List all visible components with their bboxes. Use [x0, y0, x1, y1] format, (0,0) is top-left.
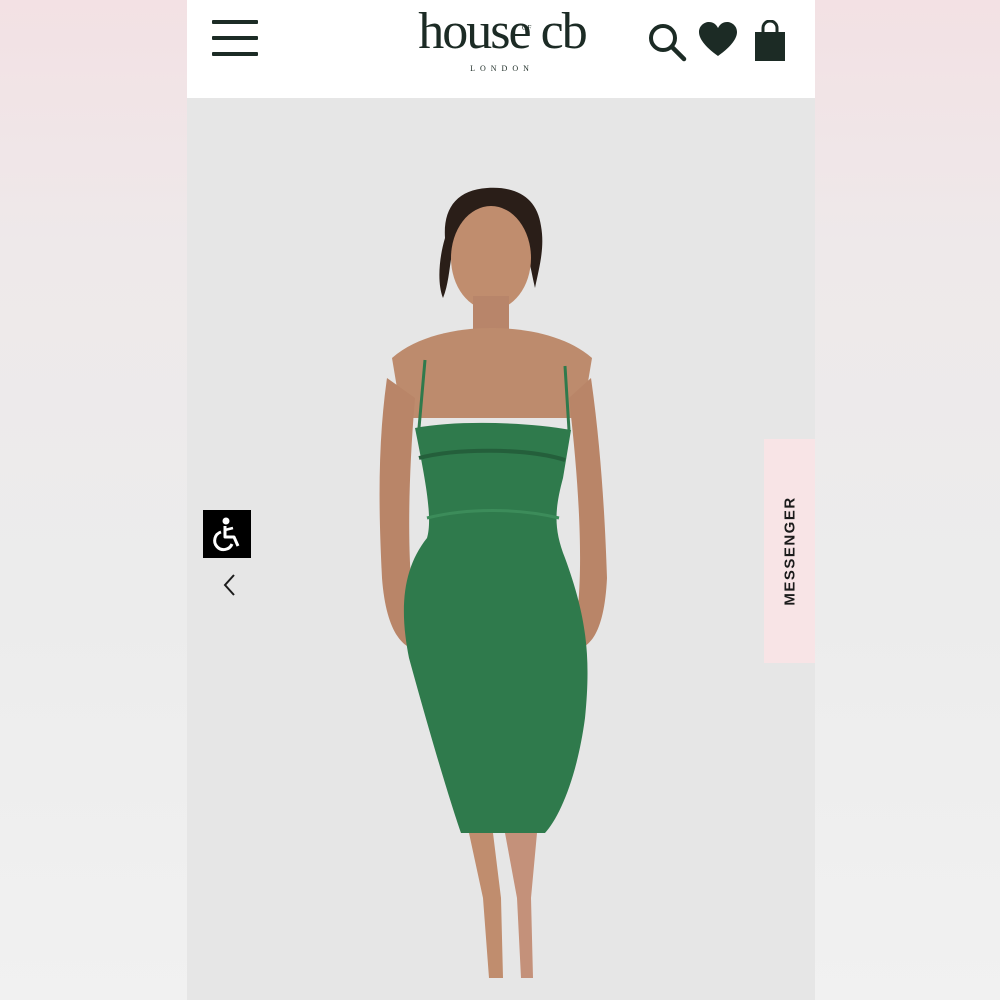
mobile-viewport: house cb OF LONDON MESSENGER — [187, 0, 815, 1000]
messenger-label: MESSENGER — [781, 496, 798, 606]
accessibility-button[interactable] — [203, 510, 251, 558]
brand-of-mark: OF — [522, 24, 532, 32]
menu-icon[interactable] — [212, 17, 258, 59]
site-header: house cb OF LONDON — [187, 0, 815, 98]
accessibility-icon — [213, 517, 240, 552]
chevron-left-icon[interactable] — [221, 572, 239, 598]
search-icon[interactable] — [647, 22, 687, 62]
heart-icon[interactable] — [698, 22, 738, 58]
product-image[interactable] — [187, 98, 815, 1000]
messenger-tab[interactable]: MESSENGER — [764, 439, 815, 663]
brand-logo[interactable]: house cb OF LONDON — [392, 4, 612, 76]
model-in-green-dress — [379, 187, 607, 978]
shopping-bag-icon[interactable] — [753, 20, 787, 62]
brand-city: LONDON — [470, 64, 534, 73]
brand-wordmark: house cb — [418, 3, 587, 60]
